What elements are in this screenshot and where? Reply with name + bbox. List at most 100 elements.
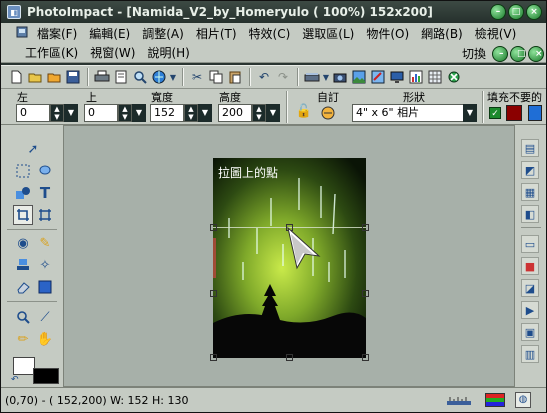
left-spinner-icon[interactable]: ▲ ▼ — [50, 104, 64, 122]
crop-handle-bm[interactable] — [286, 354, 293, 361]
text-tool-icon[interactable]: T — [35, 183, 55, 203]
transform-tool-icon[interactable] — [35, 205, 55, 225]
chart-icon[interactable] — [407, 68, 425, 86]
print-icon[interactable] — [93, 68, 111, 86]
new-file-icon[interactable] — [7, 68, 25, 86]
left-input[interactable]: 0 — [16, 104, 50, 122]
color-panel-icon[interactable]: ■ — [521, 257, 539, 275]
paste-icon[interactable] — [226, 68, 244, 86]
cut-icon[interactable]: ✂ — [188, 68, 206, 86]
top-spinner-icon[interactable]: ▲ ▼ — [118, 104, 132, 122]
color-mode-icon[interactable] — [485, 393, 505, 407]
scanner-icon[interactable] — [303, 68, 321, 86]
pick-tool-icon[interactable]: ➚ — [23, 139, 43, 159]
menu-web[interactable]: 網路(B) — [415, 25, 469, 42]
crop-handle-ml[interactable] — [210, 290, 217, 297]
paint-brush-icon[interactable]: ✎ — [35, 233, 55, 253]
panel-toggle-icon[interactable]: ◍ — [515, 392, 531, 408]
shape-dropdown-icon[interactable]: ▼ — [463, 104, 477, 122]
crop-handle-mr[interactable] — [362, 290, 369, 297]
eyedropper-tool-icon[interactable]: ⟋ — [35, 307, 55, 327]
pan-tool-icon[interactable]: ✋ — [35, 329, 55, 349]
menu-file[interactable]: 檔案(F) — [31, 25, 83, 42]
eraser-tool-icon[interactable] — [13, 277, 33, 297]
histogram-panel-icon[interactable]: ▥ — [521, 345, 539, 363]
scanner-dropdown-icon[interactable]: ▼ — [322, 68, 330, 86]
web-icon[interactable] — [150, 68, 168, 86]
height-spinner-icon[interactable]: ▲ ▼ — [252, 104, 266, 122]
zoom-tool-icon[interactable] — [13, 307, 33, 327]
quick-command-icon[interactable]: ◧ — [521, 205, 539, 223]
height-dropdown-icon[interactable]: ▼ — [266, 104, 280, 122]
web-dropdown-icon[interactable]: ▼ — [169, 68, 177, 86]
shape-select[interactable]: 4" x 6" 相片 — [352, 104, 464, 122]
crop-handle-tl[interactable] — [210, 224, 217, 231]
selection-tool-icon[interactable] — [13, 161, 33, 181]
undo-icon[interactable]: ↶ — [255, 68, 273, 86]
stamp-tool-icon[interactable] — [13, 255, 33, 275]
object-panel-icon[interactable]: ◪ — [521, 279, 539, 297]
grid-icon[interactable] — [426, 68, 444, 86]
top-input[interactable]: 0 — [84, 104, 118, 122]
open-folder-icon[interactable] — [26, 68, 44, 86]
layer-manager-icon[interactable]: ▤ — [521, 139, 539, 157]
menu-selection[interactable]: 選取區(L) — [296, 25, 360, 42]
retouch-tool-icon[interactable]: ✧ — [35, 255, 55, 275]
image-edit-icon[interactable] — [369, 68, 387, 86]
crop-handle-tr[interactable] — [362, 224, 369, 231]
width-spinner-icon[interactable]: ▲ ▼ — [184, 104, 198, 122]
panel-window-icon[interactable]: ▭ — [521, 235, 539, 253]
menu-window[interactable]: 視窗(W) — [84, 44, 141, 61]
redo-icon[interactable]: ↷ — [274, 68, 292, 86]
lock-icon[interactable]: 🔓 — [295, 104, 313, 122]
height-input[interactable]: 200 — [218, 104, 252, 122]
browse-folder-icon[interactable] — [45, 68, 63, 86]
save-icon[interactable] — [64, 68, 82, 86]
menu-photo[interactable]: 相片(T) — [190, 25, 243, 42]
width-input[interactable]: 152 — [150, 104, 184, 122]
monitor-icon[interactable] — [388, 68, 406, 86]
left-dropdown-icon[interactable]: ▼ — [64, 104, 78, 122]
print-preview-icon[interactable] — [112, 68, 130, 86]
background-color-swatch[interactable] — [13, 357, 35, 375]
doc-restore-icon[interactable]: □ — [510, 45, 526, 62]
menu-view[interactable]: 檢視(V) — [469, 25, 523, 42]
close-icon[interactable]: × — [526, 4, 542, 20]
document-icon[interactable] — [15, 25, 31, 42]
doc-close-icon[interactable]: × — [528, 45, 544, 62]
camera-icon[interactable] — [331, 68, 349, 86]
width-dropdown-icon[interactable]: ▼ — [198, 104, 212, 122]
easy-palette-icon[interactable]: ◩ — [521, 161, 539, 179]
photoimpact-app-icon[interactable]: ◧ — [7, 5, 21, 19]
copy-icon[interactable] — [207, 68, 225, 86]
foreground-color-swatch[interactable] — [33, 368, 59, 384]
switch-label[interactable]: 切換 — [458, 45, 490, 62]
zoom-icon[interactable] — [131, 68, 149, 86]
maximize-icon[interactable]: □ — [508, 4, 524, 20]
gallery-icon[interactable]: ▦ — [521, 183, 539, 201]
doc-minimize-icon[interactable]: – — [492, 45, 508, 62]
minimize-icon[interactable]: – — [490, 4, 506, 20]
image-icon[interactable] — [350, 68, 368, 86]
menu-object[interactable]: 物件(O) — [360, 25, 415, 42]
shape-tool-icon[interactable] — [13, 183, 33, 203]
crop-handle-bl[interactable] — [210, 354, 217, 361]
menu-adjust[interactable]: 調整(A) — [136, 25, 190, 42]
custom-shape-icon[interactable] — [319, 104, 337, 122]
lasso-tool-icon[interactable] — [35, 161, 55, 181]
fill-tool-icon[interactable] — [35, 277, 55, 297]
redeye-tool-icon[interactable]: ◉ — [13, 233, 33, 253]
menu-effect[interactable]: 特效(C) — [243, 25, 297, 42]
play-panel-icon[interactable]: ▶ — [521, 301, 539, 319]
menu-edit[interactable]: 編輯(E) — [83, 25, 136, 42]
fill-mode-icon[interactable] — [528, 105, 542, 121]
crop-handle-br[interactable] — [362, 354, 369, 361]
menu-help[interactable]: 說明(H) — [141, 44, 195, 61]
menu-workspace[interactable]: 工作區(K) — [19, 44, 84, 61]
crop-tool-icon[interactable] — [13, 205, 33, 225]
fill-checkbox[interactable]: ✓ — [489, 107, 501, 119]
info-panel-icon[interactable]: ▣ — [521, 323, 539, 341]
top-dropdown-icon[interactable]: ▼ — [132, 104, 146, 122]
path-tool-icon[interactable]: ✏ — [13, 329, 33, 349]
swap-colors-icon[interactable]: ↶ — [11, 375, 19, 385]
